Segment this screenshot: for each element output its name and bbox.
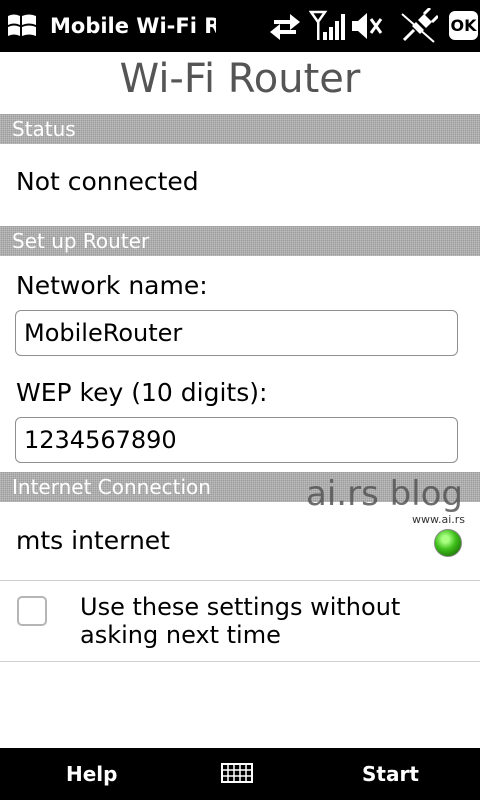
connection-status-text: Not connected (16, 167, 199, 196)
volume-mute-icon[interactable] (350, 8, 384, 44)
network-name-label: Network name: (16, 271, 208, 300)
watermark-text: ai.rs blog (306, 474, 464, 514)
data-sync-icon[interactable] (268, 8, 302, 44)
section-header-status: Status (0, 114, 480, 144)
app-title: Mobile Wi-Fi Ro (50, 14, 216, 38)
remember-settings-label[interactable]: Use these settings without asking next t… (80, 593, 460, 649)
divider (0, 580, 480, 581)
ok-button[interactable]: OK (449, 11, 478, 40)
page-header: Wi-Fi Router (0, 52, 480, 114)
page-title: Wi-Fi Router (119, 56, 361, 102)
help-softkey[interactable]: Help (66, 748, 117, 800)
network-name-input[interactable]: MobileRouter (15, 310, 458, 356)
remember-settings-checkbox[interactable] (17, 596, 47, 626)
wep-key-label: WEP key (10 digits): (16, 378, 268, 407)
watermark-url: www.ai.rs (412, 513, 466, 526)
status-bar: Mobile Wi-Fi Ro OK (0, 0, 480, 52)
section-header-setup: Set up Router (0, 226, 480, 256)
usb-plug-icon[interactable] (400, 8, 438, 44)
signal-strength-icon[interactable] (309, 8, 347, 44)
start-softkey[interactable]: Start (362, 748, 419, 800)
divider (0, 661, 480, 662)
connection-status-led-icon (434, 529, 462, 557)
wep-key-input[interactable]: 1234567890 (15, 417, 458, 463)
windows-start-icon[interactable] (4, 8, 40, 44)
softkey-bar: Help Start (0, 748, 480, 800)
internet-connection-name[interactable]: mts internet (16, 526, 170, 555)
keyboard-icon[interactable] (221, 761, 253, 785)
